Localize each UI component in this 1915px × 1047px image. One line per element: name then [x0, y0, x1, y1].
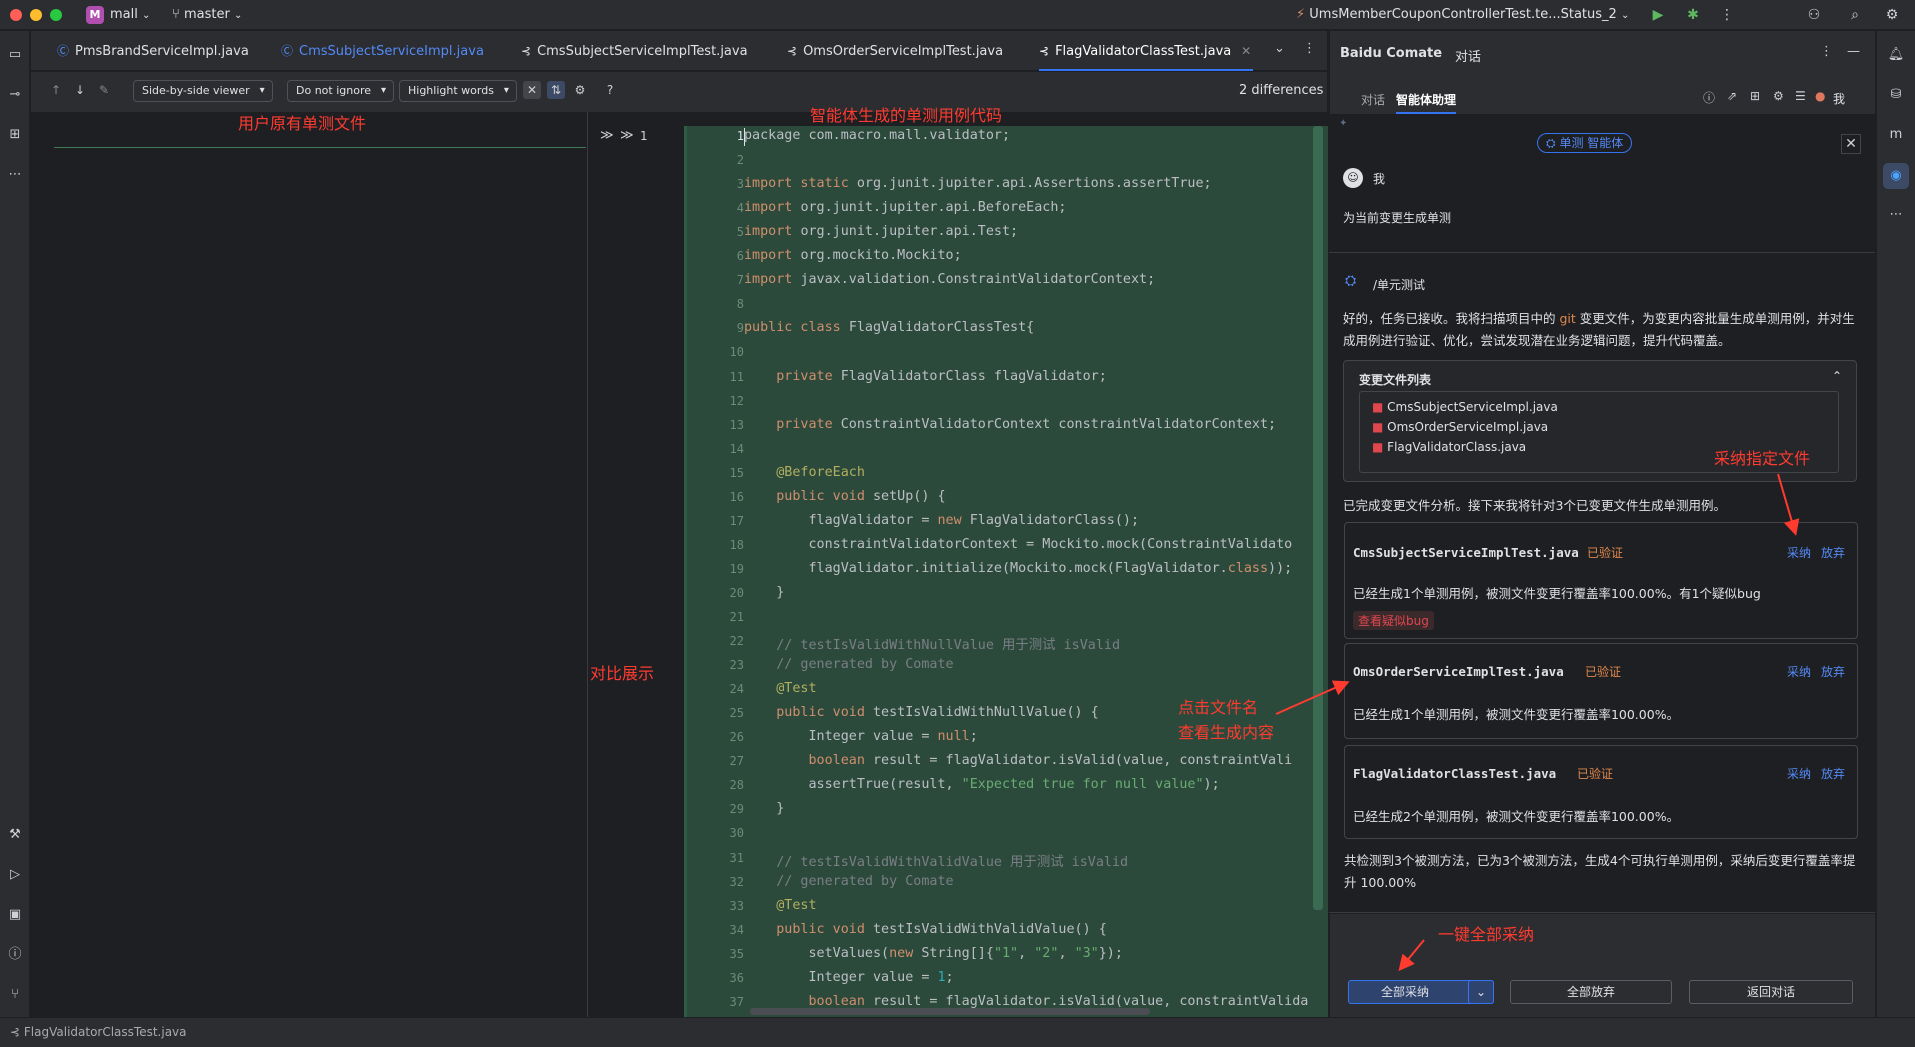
arrow-to-adopt — [1777, 473, 1800, 536]
text-caret — [744, 128, 745, 146]
annotation-arrows — [1275, 473, 1800, 972]
arrow-to-file-name — [1275, 680, 1350, 715]
arrow-to-adopt-all — [1398, 939, 1425, 972]
